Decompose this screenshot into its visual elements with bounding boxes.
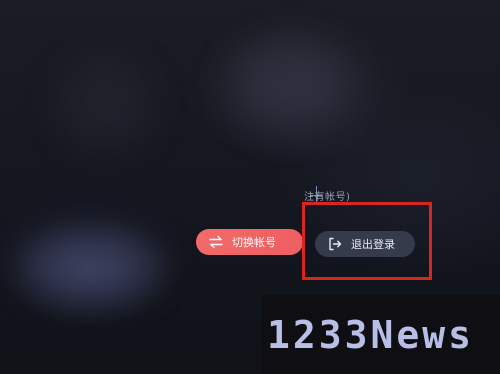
tv-account-screen: 注有帐号) 切换帐号 退出登录 1233News [0, 0, 500, 374]
account-hint-text: 注有帐号) [304, 192, 351, 203]
background-blur [20, 230, 160, 300]
swap-arrows-icon [208, 234, 224, 250]
switch-account-button[interactable]: 切换帐号 [196, 229, 303, 255]
background-blur [60, 60, 150, 150]
switch-account-label: 切换帐号 [232, 236, 276, 249]
background-blur [230, 40, 350, 130]
watermark: 1233News [261, 295, 500, 374]
watermark-text: 1233News [267, 312, 475, 357]
highlight-annotation-box [302, 202, 432, 280]
